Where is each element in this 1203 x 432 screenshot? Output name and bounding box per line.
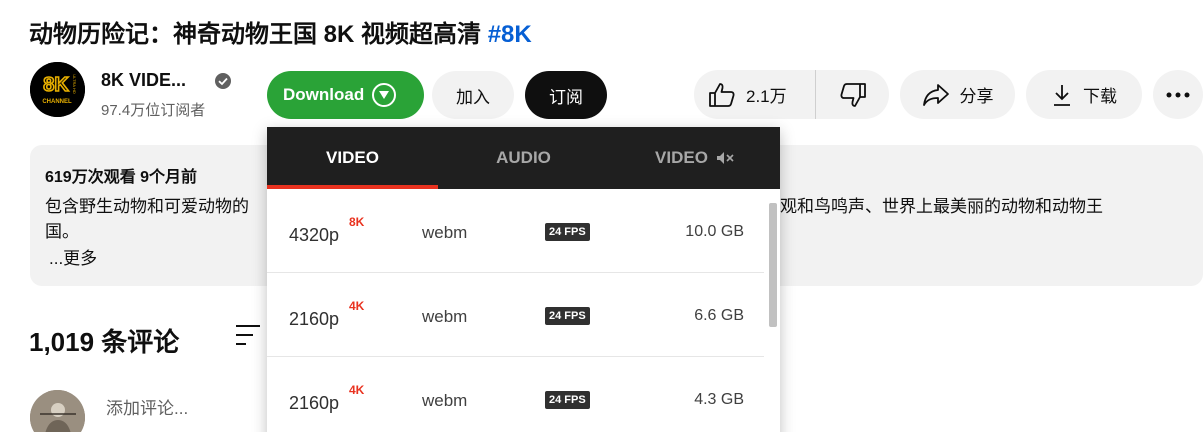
mute-icon — [716, 152, 734, 164]
file-size: 6.6 GB — [694, 307, 744, 324]
download-dropdown: VIDEO AUDIO VIDEO 4320p 8K webm 24 FPS 1… — [267, 127, 780, 432]
more-horizontal-icon — [1166, 92, 1190, 97]
comments-count: 1,019 条评论 — [29, 327, 180, 357]
description-text-left: 包含野生动物和可爱动物的 — [45, 197, 249, 216]
download-button-label: Download — [283, 85, 365, 104]
view-stats: 619万次观看 9个月前 — [45, 169, 198, 186]
tab-audio[interactable]: AUDIO — [438, 127, 609, 189]
format-tabs: VIDEO AUDIO VIDEO — [267, 127, 780, 189]
format: webm — [422, 223, 468, 242]
quality-badge: 4K — [349, 383, 365, 397]
resolution: 2160p — [289, 309, 340, 329]
dislike-button[interactable] — [816, 70, 889, 119]
description-text-line2: 国。 — [45, 222, 79, 241]
avatar-logo-text: 8K — [43, 74, 69, 96]
file-size: 10.0 GB — [685, 223, 744, 240]
hashtag-link[interactable]: #8K — [488, 21, 532, 48]
thumbs-up-icon — [709, 82, 735, 107]
quality-badge: 4K — [349, 299, 365, 313]
tab-video[interactable]: VIDEO — [267, 127, 438, 189]
avatar-logo-subtext: ULTRA HD — [72, 74, 77, 94]
video-title-text: 动物历险记：神奇动物王国 8K 视频超高清 — [29, 21, 482, 48]
tab-video-muted[interactable]: VIDEO — [609, 127, 780, 189]
like-dislike-group: 2.1万 — [694, 70, 889, 119]
channel-avatar[interactable]: 8K ULTRA HD CHANNEL — [30, 62, 85, 117]
like-count: 2.1万 — [746, 87, 787, 106]
join-button[interactable]: 加入 — [432, 71, 514, 119]
subscribe-button[interactable]: 订阅 — [525, 71, 607, 119]
video-title: 动物历险记：神奇动物王国 8K 视频超高清 #8K — [29, 14, 532, 49]
fps-badge: 24 FPS — [545, 391, 590, 409]
scrollbar-thumb[interactable] — [769, 203, 777, 327]
download-button[interactable]: 下载 — [1026, 70, 1142, 119]
share-label: 分享 — [959, 87, 994, 106]
verified-icon — [215, 73, 231, 89]
file-size: 4.3 GB — [694, 391, 744, 408]
user-avatar — [30, 390, 85, 432]
more-actions-button[interactable] — [1153, 70, 1203, 119]
description-text-right: 观和鸟鸣声、世界上最美丽的动物和动物王 — [780, 197, 1103, 216]
format-row[interactable]: 4320p 8K webm 24 FPS 10.0 GB — [267, 189, 764, 273]
subscriber-count: 97.4万位订阅者 — [101, 102, 206, 119]
format: webm — [422, 307, 468, 326]
sort-icon[interactable] — [236, 324, 266, 346]
avatar-logo-channel: CHANNEL — [42, 99, 72, 105]
fps-badge: 24 FPS — [545, 307, 590, 325]
fps-badge: 24 FPS — [545, 223, 590, 241]
chevron-down-icon — [372, 83, 397, 107]
channel-name[interactable]: 8K VIDE... — [101, 70, 186, 91]
resolution: 4320p — [289, 225, 340, 245]
download-label: 下载 — [1083, 87, 1117, 106]
share-icon — [922, 83, 949, 106]
resolution: 2160p — [289, 393, 340, 413]
share-button[interactable]: 分享 — [900, 70, 1015, 119]
format: webm — [422, 391, 468, 410]
download-extension-button[interactable]: Download — [267, 71, 424, 119]
show-more-link[interactable]: ...更多 — [49, 244, 97, 269]
thumbs-down-icon — [839, 82, 866, 107]
like-button[interactable]: 2.1万 — [694, 70, 816, 119]
download-icon — [1054, 84, 1070, 106]
format-list: 4320p 8K webm 24 FPS 10.0 GB 2160p 4K we… — [267, 189, 780, 432]
format-row[interactable]: 2160p 4K webm 24 FPS 6.6 GB — [267, 273, 764, 357]
format-row[interactable]: 2160p 4K webm 24 FPS 4.3 GB — [267, 357, 764, 432]
quality-badge: 8K — [349, 215, 365, 229]
tab-video-muted-label: VIDEO — [655, 148, 708, 167]
